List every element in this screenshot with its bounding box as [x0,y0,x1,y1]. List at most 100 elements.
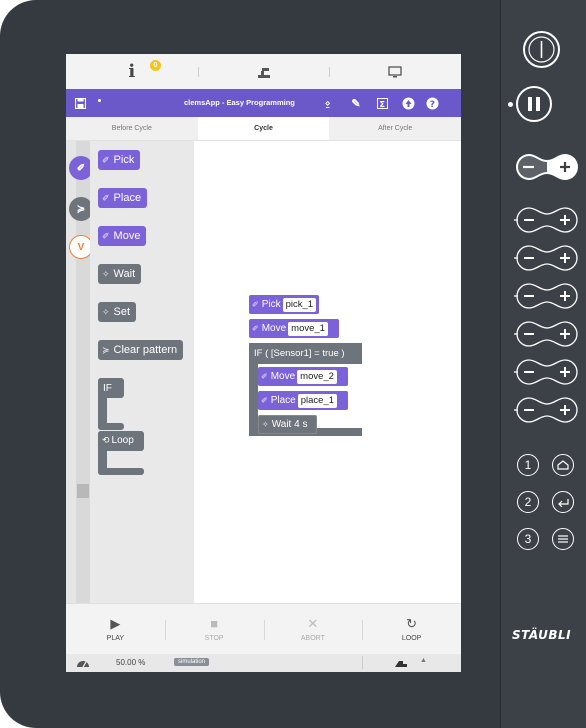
home-button[interactable] [552,454,574,476]
pen-icon: ✐ [102,154,110,165]
robot-arm-icon [257,67,270,78]
upload-icon [402,97,414,109]
toolbox-move-block[interactable]: ✐ Move [98,226,147,246]
jog-axis-5[interactable] [514,358,580,386]
jog-axis-4[interactable] [514,320,580,348]
pen-icon: ✐ [102,230,110,241]
top-status-bar: i 0 [66,54,461,89]
tab-after-cycle[interactable]: After Cycle [329,117,461,140]
menu-button[interactable] [552,528,574,550]
pen-icon: ✐ [252,324,259,333]
speed-gauge-icon [77,661,89,668]
tab-cycle[interactable]: Cycle [197,117,330,140]
stop-label: STOP [204,634,224,642]
app-title: clemsApp - Easy Programming [184,98,295,107]
loop-icon: ⟲ [102,435,110,445]
stop-button[interactable]: ■ STOP [164,604,264,654]
wait-label: Wait [113,268,136,280]
move-value-field[interactable]: move_1 [288,321,328,336]
debug-button[interactable]: ⍚ [320,95,336,111]
toolbox-set-block[interactable]: ✧ Set [98,302,137,322]
toolbox-wait-block[interactable]: ✧ Wait [98,264,142,284]
power-icon [528,36,555,63]
help-button[interactable]: ? [424,95,440,111]
block-toolbox: ✐ Pick ✐ Place ✐ Move ✧ Wait ✧ Set ≽ Clear pat… [90,141,195,603]
toolbox-pick-block[interactable]: ✐ Pick [98,150,141,170]
monitor-button[interactable] [329,54,461,89]
execution-controls: ▶ PLAY ■ STOP ✕ ABORT ↻ LOOP [66,603,461,654]
return-button[interactable] [552,491,574,513]
wand-button[interactable]: ✎ [348,95,364,111]
loop-label: LOOP [401,634,422,642]
speed-rocker[interactable] [514,152,580,182]
jog-axis-3[interactable] [514,282,580,310]
program-wait-block[interactable]: ✧ Wait 4 s [258,415,317,434]
toolbox-place-block[interactable]: ✐ Place [98,188,148,208]
pick-value-field[interactable]: pick_1 [282,297,317,312]
menu-icon [558,535,568,543]
notification-badge: 0 [150,60,161,71]
jog-axis-6[interactable] [514,396,580,424]
pause-button[interactable] [516,86,552,122]
pick-block-label: Pick [261,299,281,310]
scrollbar-thumb[interactable] [77,484,89,498]
number-button-2[interactable]: 2 [517,491,539,513]
save-button[interactable] [72,95,88,111]
program-pick-block[interactable]: ✐ Pick pick_1 [249,295,319,314]
motion-icon: ✐ [76,162,86,174]
pause-indicator-dot [508,102,513,107]
tab-before-cycle[interactable]: Before Cycle [66,117,198,140]
bug-icon: ⍚ [324,96,332,109]
jog-axis-1[interactable] [514,206,580,234]
loop-button[interactable]: ↻ LOOP [362,604,461,654]
sum-button[interactable]: Σ [374,95,390,111]
info-button[interactable]: i 0 [66,54,198,89]
pause-icon [528,97,540,111]
place-block-label: Place [270,395,296,406]
move2-value-field[interactable]: move_2 [297,369,337,384]
pen-icon: ✐ [261,396,268,405]
actions-icon: ≽ [76,203,86,215]
pick-label: Pick [113,154,135,166]
program-place-block[interactable]: ✐ Place place_1 [258,391,348,410]
clear-icon: ≽ [102,344,110,355]
wand-icon: ✎ [351,97,361,110]
pen-icon: ✐ [102,192,110,203]
stop-icon: ■ [210,615,219,631]
program-move2-block[interactable]: ✐ Move move_2 [258,367,348,386]
mode-badge: simulation [174,658,210,666]
program-move-block[interactable]: ✐ Move move_1 [249,319,339,338]
monitor-icon [388,65,402,77]
upload-button[interactable] [400,95,416,111]
jog-axis-2[interactable] [514,244,580,272]
power-button[interactable] [523,31,560,68]
cycle-tabs: Before Cycle Cycle After Cycle [66,117,461,141]
move-label: Move [113,230,141,242]
wait-block-label: Wait 4 s [271,419,308,430]
gear-icon: ✧ [102,306,110,317]
robot-status-icon[interactable] [394,658,408,668]
info-icon: i [128,61,136,82]
play-icon: ▶ [110,615,121,631]
abort-icon: ✕ [307,615,319,631]
speed-value[interactable]: 50.00 % [116,658,145,667]
program-workspace[interactable]: ✐ Pick pick_1 ✐ Move move_1 IF ( [Sensor1] =… [194,141,461,603]
save-icon [74,97,86,109]
loop-label-wrap: ⟲ Loop [102,435,134,446]
move-block-label: Move [261,323,287,334]
set-label: Set [113,306,131,318]
robot-button[interactable] [197,54,330,89]
home-icon [557,460,569,470]
move2-block-label: Move [270,371,296,382]
chevron-up-icon[interactable]: ▲ [420,657,427,664]
number-button-3[interactable]: 3 [517,528,539,550]
toolbox-clear-pattern-block[interactable]: ≽ Clear pattern [98,340,184,360]
clear-pattern-label: Clear pattern [113,344,178,356]
staubli-logo: STÄUBLI [512,628,572,642]
status-bar: 50.00 % simulation ▲ [66,654,461,672]
teach-pendant: i 0 clemsApp - Easy Programming ⍚ ✎ Σ ? … [0,0,586,728]
number-button-1[interactable]: 1 [517,454,539,476]
play-button[interactable]: ▶ PLAY [66,604,165,654]
place-value-field[interactable]: place_1 [297,393,337,408]
abort-button[interactable]: ✕ ABORT [263,604,363,654]
